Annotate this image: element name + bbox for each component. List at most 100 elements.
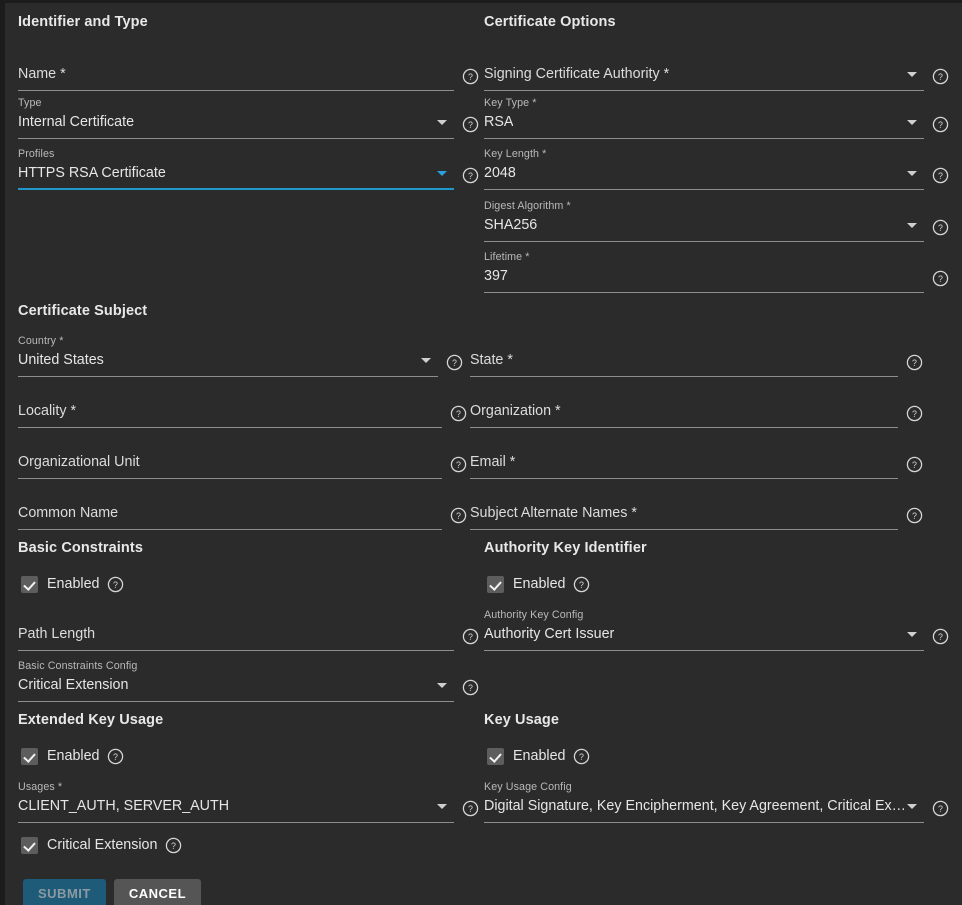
help-circle-icon[interactable]: ? — [462, 68, 479, 85]
help-circle-icon[interactable]: ? — [906, 507, 923, 524]
field-basic-constraints-config-underline — [18, 701, 454, 702]
help-circle-icon[interactable]: ? — [932, 116, 949, 133]
help-circle-icon[interactable]: ? — [462, 167, 479, 184]
help-circle-icon[interactable]: ? — [932, 219, 949, 236]
help-circle-icon[interactable]: ? — [450, 456, 467, 473]
field-country-box[interactable]: Country * United States — [18, 335, 438, 377]
field-key-type-label: Key Type * — [484, 97, 537, 109]
form-columns: Identifier and Type Name * ? Type Intern… — [5, 3, 962, 905]
field-key-usage-config-box[interactable]: Key Usage Config Digital Signature, Key … — [484, 781, 924, 823]
help-circle-icon[interactable]: ? — [107, 748, 124, 765]
field-organizational-unit-box[interactable]: Organizational Unit — [18, 437, 442, 479]
field-key-type-box[interactable]: Key Type * RSA — [484, 97, 924, 139]
field-name[interactable]: Name * ? — [18, 49, 475, 93]
help-circle-icon[interactable]: ? — [906, 456, 923, 473]
chevron-down-icon[interactable] — [907, 632, 917, 637]
field-digest-algorithm[interactable]: Digest Algorithm * SHA256 ? — [484, 200, 944, 244]
help-circle-icon[interactable]: ? — [932, 800, 949, 817]
chevron-down-icon[interactable] — [907, 120, 917, 125]
field-digest-algorithm-box[interactable]: Digest Algorithm * SHA256 — [484, 200, 924, 242]
chevron-down-icon[interactable] — [907, 223, 917, 228]
section-title-authority-key-identifier: Authority Key Identifier — [484, 540, 647, 556]
help-circle-icon[interactable]: ? — [446, 354, 463, 371]
field-key-type[interactable]: Key Type * RSA ? — [484, 97, 944, 141]
checkbox-critical-extension[interactable]: Critical Extension ? — [21, 835, 182, 855]
field-email[interactable]: Email * ? — [470, 437, 920, 481]
field-subject-alternate-names[interactable]: Subject Alternate Names * ? — [470, 488, 920, 532]
field-basic-constraints-config-box[interactable]: Basic Constraints Config Critical Extens… — [18, 660, 454, 702]
submit-button[interactable]: SUBMIT — [23, 879, 106, 905]
field-lifetime[interactable]: Lifetime * 397 ? — [484, 251, 944, 295]
help-circle-icon[interactable]: ? — [462, 628, 479, 645]
field-key-length-box[interactable]: Key Length * 2048 — [484, 148, 924, 190]
field-state[interactable]: State * ? — [470, 335, 920, 379]
field-signing-certificate-authority-box[interactable]: Signing Certificate Authority * — [484, 49, 924, 91]
cancel-button[interactable]: CANCEL — [114, 879, 201, 905]
field-key-length[interactable]: Key Length * 2048 ? — [484, 148, 944, 192]
field-common-name[interactable]: Common Name ? — [18, 488, 478, 532]
help-circle-icon[interactable]: ? — [165, 837, 182, 854]
check-icon[interactable] — [21, 576, 38, 593]
field-key-usage-config[interactable]: Key Usage Config Digital Signature, Key … — [484, 781, 944, 825]
help-circle-icon[interactable]: ? — [573, 748, 590, 765]
field-name-box[interactable]: Name * — [18, 49, 454, 91]
help-circle-icon[interactable]: ? — [107, 576, 124, 593]
chevron-down-icon[interactable] — [907, 171, 917, 176]
field-signing-certificate-authority[interactable]: Signing Certificate Authority * ? — [484, 49, 944, 93]
chevron-down-icon[interactable] — [437, 804, 447, 809]
field-usages[interactable]: Usages * CLIENT_AUTH, SERVER_AUTH ? — [18, 781, 478, 825]
help-circle-icon[interactable]: ? — [906, 405, 923, 422]
section-title-basic-constraints: Basic Constraints — [18, 540, 143, 556]
field-lifetime-box[interactable]: Lifetime * 397 — [484, 251, 924, 293]
field-email-box[interactable]: Email * — [470, 437, 898, 479]
field-authority-key-config-box[interactable]: Authority Key Config Authority Cert Issu… — [484, 609, 924, 651]
field-basic-constraints-config[interactable]: Basic Constraints Config Critical Extens… — [18, 660, 478, 704]
field-path-length[interactable]: Path Length ? — [18, 609, 478, 653]
field-locality[interactable]: Locality * ? — [18, 386, 478, 430]
field-locality-box[interactable]: Locality * — [18, 386, 442, 428]
field-authority-key-config[interactable]: Authority Key Config Authority Cert Issu… — [484, 609, 944, 653]
help-circle-icon[interactable]: ? — [462, 679, 479, 696]
checkbox-authority-key-identifier-enabled[interactable]: Enabled ? — [487, 574, 590, 594]
chevron-down-icon[interactable] — [437, 683, 447, 688]
field-type[interactable]: Type Internal Certificate ? — [18, 97, 475, 141]
chevron-down-icon[interactable] — [437, 171, 447, 176]
check-icon[interactable] — [21, 837, 38, 854]
help-circle-icon[interactable]: ? — [906, 354, 923, 371]
checkbox-extended-key-usage-enabled[interactable]: Enabled ? — [21, 746, 124, 766]
svg-text:?: ? — [171, 840, 176, 850]
field-profiles[interactable]: Profiles HTTPS RSA Certificate ? — [18, 148, 475, 192]
help-circle-icon[interactable]: ? — [450, 507, 467, 524]
svg-text:?: ? — [452, 358, 457, 368]
help-circle-icon[interactable]: ? — [932, 167, 949, 184]
help-circle-icon[interactable]: ? — [450, 405, 467, 422]
help-circle-icon[interactable]: ? — [462, 800, 479, 817]
field-organizational-unit[interactable]: Organizational Unit ? — [18, 437, 478, 481]
field-organization-box[interactable]: Organization * — [470, 386, 898, 428]
help-circle-icon[interactable]: ? — [932, 270, 949, 287]
field-profiles-box[interactable]: Profiles HTTPS RSA Certificate — [18, 148, 454, 190]
svg-text:?: ? — [938, 72, 943, 82]
check-icon[interactable] — [487, 576, 504, 593]
chevron-down-icon[interactable] — [907, 804, 917, 809]
help-circle-icon[interactable]: ? — [932, 628, 949, 645]
check-icon[interactable] — [21, 748, 38, 765]
help-circle-icon[interactable]: ? — [932, 68, 949, 85]
help-circle-icon[interactable]: ? — [573, 576, 590, 593]
field-subject-alternate-names-box[interactable]: Subject Alternate Names * — [470, 488, 898, 530]
chevron-down-icon[interactable] — [437, 120, 447, 125]
chevron-down-icon[interactable] — [421, 358, 431, 363]
chevron-down-icon[interactable] — [907, 72, 917, 77]
checkbox-key-usage-enabled[interactable]: Enabled ? — [487, 746, 590, 766]
field-common-name-box[interactable]: Common Name — [18, 488, 442, 530]
field-type-box[interactable]: Type Internal Certificate — [18, 97, 454, 139]
checkbox-basic-constraints-enabled[interactable]: Enabled ? — [21, 574, 124, 594]
check-icon[interactable] — [487, 748, 504, 765]
field-usages-box[interactable]: Usages * CLIENT_AUTH, SERVER_AUTH — [18, 781, 454, 823]
field-organization[interactable]: Organization * ? — [470, 386, 920, 430]
field-path-length-box[interactable]: Path Length — [18, 609, 454, 651]
field-state-box[interactable]: State * — [470, 335, 898, 377]
field-digest-algorithm-label: Digest Algorithm * — [484, 200, 571, 212]
field-country[interactable]: Country * United States ? — [18, 335, 458, 379]
help-circle-icon[interactable]: ? — [462, 116, 479, 133]
